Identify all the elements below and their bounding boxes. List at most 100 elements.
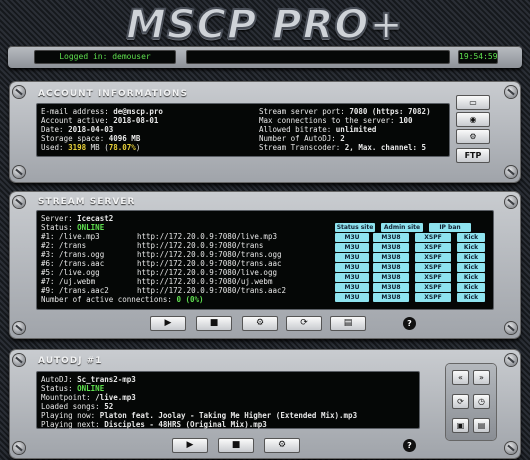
settings-button[interactable]: ⚙ <box>264 438 300 453</box>
clock-icon: ◷ <box>478 397 485 406</box>
screw-icon <box>505 86 517 98</box>
account-row: Stream Transcoder: 2, Max. channel: 5 <box>259 143 427 152</box>
xspf-button[interactable]: XSPF <box>415 293 451 302</box>
mount-url[interactable]: http://172.20.0.9:7080/trans.aac2 <box>137 286 286 295</box>
kick-button[interactable]: Kick <box>457 273 485 282</box>
kick-button[interactable]: Kick <box>457 233 485 242</box>
kick-button[interactable]: Kick <box>457 283 485 292</box>
list-button[interactable]: ▤ <box>330 316 366 331</box>
m3u8-button[interactable]: M3U8 <box>373 263 409 272</box>
autodj-line: Status: ONLINE <box>41 384 105 393</box>
screw-icon <box>505 166 517 178</box>
view-button[interactable]: ◉ <box>456 112 490 127</box>
autodj-terminal: AutoDJ: Sc_trans2-mp3 Status: ONLINE Mou… <box>36 371 420 429</box>
help-icon[interactable]: ? <box>403 317 416 330</box>
autodj-line: Playing next: Disciples - 48HRS (Origina… <box>41 420 267 429</box>
ip-ban-button[interactable]: IP ban <box>429 223 471 232</box>
play-button[interactable]: ▶ <box>172 438 208 453</box>
screw-icon <box>13 442 25 454</box>
kick-button[interactable]: Kick <box>457 263 485 272</box>
refresh-button[interactable]: ⟳ <box>286 316 322 331</box>
xspf-button[interactable]: XSPF <box>415 243 451 252</box>
stop-button[interactable]: ■ <box>196 316 232 331</box>
play-button[interactable]: ▶ <box>150 316 186 331</box>
xspf-button[interactable]: XSPF <box>415 263 451 272</box>
rewind-icon: « <box>458 373 463 382</box>
mount-id: #7: /uj.webm <box>41 277 96 286</box>
m3u8-button[interactable]: M3U8 <box>373 233 409 242</box>
m3u-button[interactable]: M3U <box>335 253 369 262</box>
monitor-icon: ▭ <box>469 98 477 107</box>
stop-button[interactable]: ■ <box>218 438 254 453</box>
help-icon[interactable]: ? <box>403 439 416 452</box>
image-button[interactable]: ▣ <box>452 418 469 433</box>
mount-url[interactable]: http://172.20.0.9:7080/trans <box>137 241 263 250</box>
status-site-button[interactable]: Status site <box>335 223 375 232</box>
screw-icon <box>13 196 25 208</box>
account-terminal: E-mail address: de@mscp.pro Account acti… <box>36 103 450 157</box>
gear-icon: ⚙ <box>469 132 477 141</box>
stop-icon: ■ <box>231 440 241 450</box>
refresh-icon: ⟳ <box>300 318 308 328</box>
screw-icon <box>13 354 25 366</box>
account-row: E-mail address: de@mscp.pro <box>41 107 163 116</box>
previous-button[interactable]: « <box>452 370 469 385</box>
autodj-line: Loaded songs: 52 <box>41 402 114 411</box>
kick-button[interactable]: Kick <box>457 253 485 262</box>
autodj-line: Playing now: Platon feat. Joolay - Takin… <box>41 411 358 420</box>
playlist-button[interactable]: ▤ <box>473 418 490 433</box>
forward-icon: » <box>479 373 484 382</box>
mount-url[interactable]: http://172.20.0.9:7080/trans.aac <box>137 259 282 268</box>
panel-title: STREAM SERVER <box>38 197 136 207</box>
screw-icon <box>13 322 25 334</box>
gear-icon: ⚙ <box>277 440 287 450</box>
schedule-button[interactable]: ◷ <box>473 394 490 409</box>
admin-site-button[interactable]: Admin site <box>381 223 423 232</box>
xspf-button[interactable]: XSPF <box>415 233 451 242</box>
list-icon: ▤ <box>477 421 486 430</box>
m3u-button[interactable]: M3U <box>335 283 369 292</box>
m3u8-button[interactable]: M3U8 <box>373 293 409 302</box>
stream-server-panel: STREAM SERVER Server: Icecast2 Status: O… <box>10 192 520 338</box>
panel-title: AUTODJ #1 <box>38 356 103 366</box>
settings-button[interactable]: ⚙ <box>456 129 490 144</box>
autodj-panel: AUTODJ #1 AutoDJ: Sc_trans2-mp3 Status: … <box>10 350 520 458</box>
play-icon: ▶ <box>164 318 172 328</box>
mount-id: #3: /trans.ogg <box>41 250 105 259</box>
refresh-icon: ⟳ <box>457 397 464 406</box>
xspf-button[interactable]: XSPF <box>415 253 451 262</box>
clock: 19:54:59 <box>458 50 498 64</box>
m3u-button[interactable]: M3U <box>335 233 369 242</box>
mount-id: #6: /trans.aac <box>41 259 105 268</box>
reload-button[interactable]: ⟳ <box>452 394 469 409</box>
message-field <box>186 50 450 64</box>
mount-url[interactable]: http://172.20.0.9:7080/live.ogg <box>137 268 277 277</box>
m3u8-button[interactable]: M3U8 <box>373 253 409 262</box>
image-icon: ▣ <box>456 421 465 430</box>
top-status-bar: Logged in: demouser 19:54:59 <box>8 46 522 68</box>
ftp-button[interactable]: FTP <box>456 148 490 163</box>
account-row: Max connections to the server: 100 <box>259 116 413 125</box>
xspf-button[interactable]: XSPF <box>415 273 451 282</box>
xspf-button[interactable]: XSPF <box>415 283 451 292</box>
monitor-button[interactable]: ▭ <box>456 95 490 110</box>
m3u-button[interactable]: M3U <box>335 263 369 272</box>
m3u8-button[interactable]: M3U8 <box>373 243 409 252</box>
mount-url[interactable]: http://172.20.0.9:7080/uj.webm <box>137 277 272 286</box>
m3u8-button[interactable]: M3U8 <box>373 273 409 282</box>
m3u8-button[interactable]: M3U8 <box>373 283 409 292</box>
screw-icon <box>505 322 517 334</box>
m3u-button[interactable]: M3U <box>335 273 369 282</box>
m3u-button[interactable]: M3U <box>335 293 369 302</box>
kick-button[interactable]: Kick <box>457 293 485 302</box>
mount-id: #5: /live.ogg <box>41 268 100 277</box>
settings-button[interactable]: ⚙ <box>242 316 278 331</box>
play-icon: ▶ <box>186 440 194 450</box>
screw-icon <box>13 86 25 98</box>
m3u-button[interactable]: M3U <box>335 243 369 252</box>
mount-url[interactable]: http://172.20.0.9:7080/trans.ogg <box>137 250 282 259</box>
account-row: Stream server port: 7080 (https: 7082) <box>259 107 431 116</box>
next-button[interactable]: » <box>473 370 490 385</box>
kick-button[interactable]: Kick <box>457 243 485 252</box>
mount-url[interactable]: http://172.20.0.9:7080/live.mp3 <box>137 232 277 241</box>
